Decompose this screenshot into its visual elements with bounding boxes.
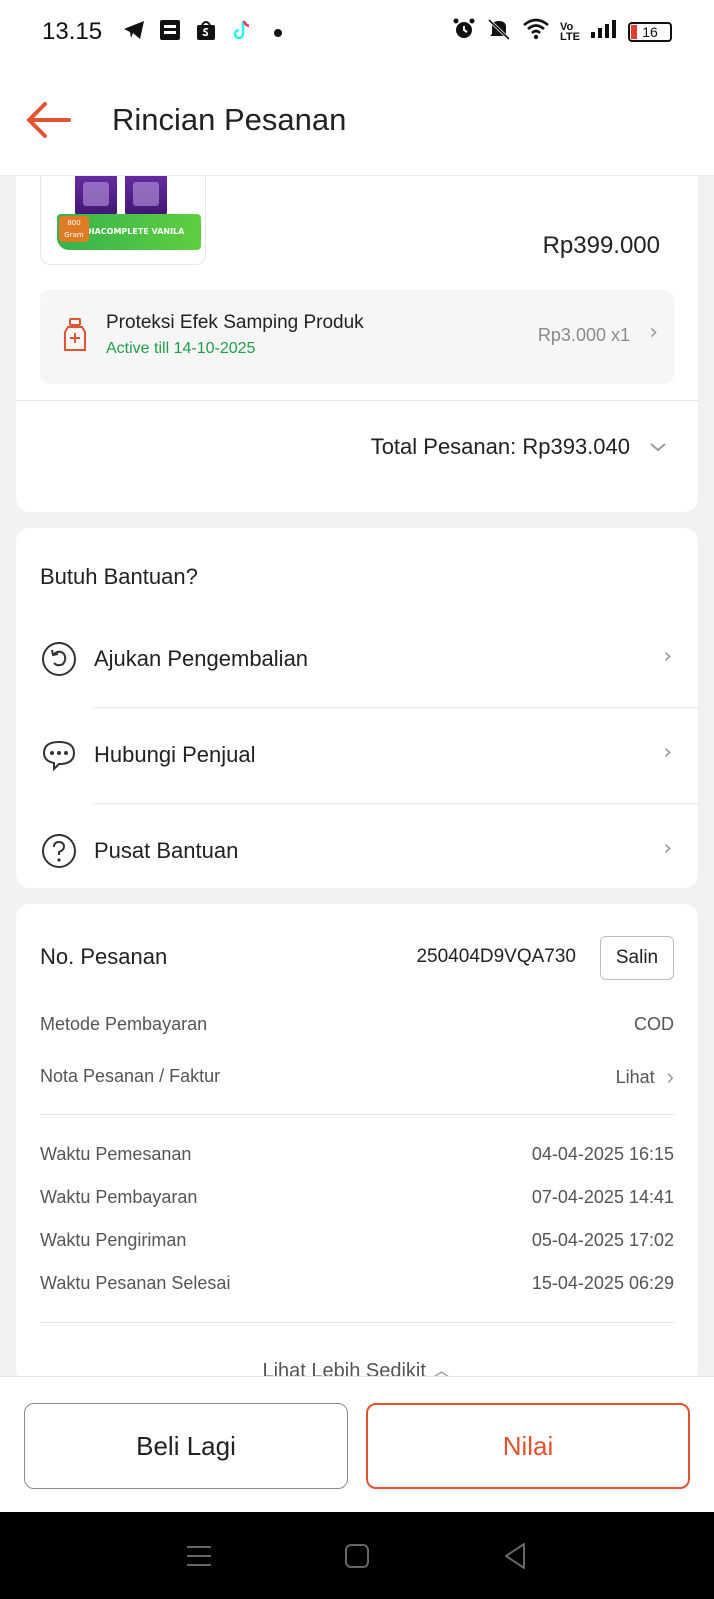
product-can-graphic	[75, 170, 117, 218]
arrow-left-icon	[27, 101, 71, 138]
buy-again-button[interactable]: Beli Lagi	[24, 1403, 348, 1489]
shipping-time-label: Waktu Pengiriman	[40, 1230, 187, 1250]
product-gram-badge: 800 Gram	[59, 216, 89, 242]
help-item-label: Hubungi Penjual	[94, 742, 256, 767]
payment-method-label: Metode Pembayaran	[40, 1014, 208, 1034]
divider	[16, 400, 698, 401]
rate-button[interactable]: Nilai	[366, 1403, 690, 1489]
completed-time-value: 15-04-2025 06:29	[531, 1273, 674, 1293]
order-number-value: 250404D9VQA730	[416, 946, 576, 967]
battery-level: 16	[642, 24, 658, 40]
back-button[interactable]	[0, 64, 96, 176]
tiktok-icon	[230, 19, 254, 46]
dot-icon	[266, 22, 290, 43]
wifi-icon	[522, 18, 550, 46]
protection-price: Rp3.000 x1	[537, 325, 630, 345]
return-request-item[interactable]: Ajukan Pengembalian ›	[16, 612, 698, 708]
invoice-link-label: Lihat	[615, 1066, 655, 1087]
chevron-right-icon: ›	[649, 320, 658, 345]
return-icon	[42, 642, 76, 676]
battery-icon: 16	[628, 22, 672, 42]
chevron-right-icon: ›	[663, 740, 672, 765]
order-product-card: PEDIACOMPLETE VANILA 800 Gram Rp399.000 …	[16, 150, 698, 512]
payment-time-label: Waktu Pembayaran	[40, 1187, 198, 1207]
product-price: Rp399.000	[542, 232, 660, 259]
help-item-label: Ajukan Pengembalian	[94, 646, 309, 671]
menu-icon	[187, 1545, 211, 1566]
brimo-icon	[158, 19, 182, 46]
shipping-time-value: 05-04-2025 17:02	[531, 1230, 674, 1250]
product-image[interactable]: PEDIACOMPLETE VANILA 800 Gram	[40, 170, 206, 265]
completed-time-label: Waktu Pesanan Selesai	[40, 1273, 231, 1293]
order-info-card: No. Pesanan 250404D9VQA730 Salin Metode …	[16, 904, 698, 1384]
help-center-item[interactable]: Pusat Bantuan ›	[16, 804, 698, 900]
chevron-right-icon: ›	[663, 836, 672, 861]
chevron-down-icon	[650, 443, 666, 452]
invoice-view-link[interactable]: Lihat ›	[616, 1064, 674, 1090]
chevron-right-icon: ›	[663, 644, 672, 669]
notification-icons	[122, 19, 290, 46]
back-nav-button[interactable]	[495, 1536, 535, 1576]
payment-method-value: COD	[634, 1014, 674, 1034]
help-card: Butuh Bantuan? Ajukan Pengembalian › Hub…	[16, 528, 698, 888]
bottle-icon	[64, 318, 86, 351]
help-circle-icon	[42, 834, 76, 868]
page-title: Rincian Pesanan	[112, 101, 347, 137]
help-item-label: Pusat Bantuan	[94, 838, 239, 863]
contact-seller-item[interactable]: Hubungi Penjual ›	[16, 708, 698, 804]
bottom-action-bar: Beli Lagi Nilai	[0, 1376, 714, 1512]
order-number-label: No. Pesanan	[40, 944, 168, 969]
copy-order-number-button[interactable]: Salin	[600, 936, 674, 980]
order-time-value: 04-04-2025 16:15	[531, 1144, 674, 1164]
signal-icon	[590, 19, 618, 45]
invoice-label: Nota Pesanan / Faktur	[40, 1066, 221, 1086]
system-nav-bar	[0, 1512, 714, 1599]
payment-time-value: 07-04-2025 14:41	[531, 1187, 674, 1207]
protection-item[interactable]: Proteksi Efek Samping Produk Active till…	[40, 290, 674, 384]
protection-validity: Active till 14-10-2025	[106, 340, 256, 357]
divider	[40, 1114, 674, 1115]
help-title: Butuh Bantuan?	[40, 564, 198, 589]
chat-icon	[42, 740, 76, 772]
app-bar: Rincian Pesanan	[0, 64, 714, 176]
shop-icon	[194, 19, 218, 46]
triangle-back-icon	[505, 1542, 525, 1569]
divider	[40, 1322, 674, 1323]
chevron-right-icon: ›	[666, 1064, 674, 1089]
volte-icon: Vo LTE	[560, 21, 580, 43]
product-image-label: PEDIACOMPLETE VANILA	[73, 227, 185, 236]
order-total-toggle[interactable]: Total Pesanan: Rp393.040	[371, 434, 668, 460]
product-can-graphic	[125, 170, 167, 218]
order-total: Total Pesanan: Rp393.040	[370, 434, 630, 459]
telegram-icon	[122, 20, 146, 45]
alarm-icon	[452, 17, 476, 47]
system-icons: Vo LTE 16	[452, 17, 672, 47]
status-bar: 13.15 Vo LTE 16	[0, 0, 714, 64]
mute-icon	[486, 17, 512, 47]
home-nav-button[interactable]	[337, 1536, 377, 1576]
order-time-label: Waktu Pemesanan	[40, 1144, 192, 1164]
menu-nav-button[interactable]	[179, 1536, 219, 1576]
home-square-icon	[345, 1543, 369, 1568]
status-time: 13.15	[42, 18, 103, 45]
protection-title: Proteksi Efek Samping Produk	[106, 312, 364, 333]
